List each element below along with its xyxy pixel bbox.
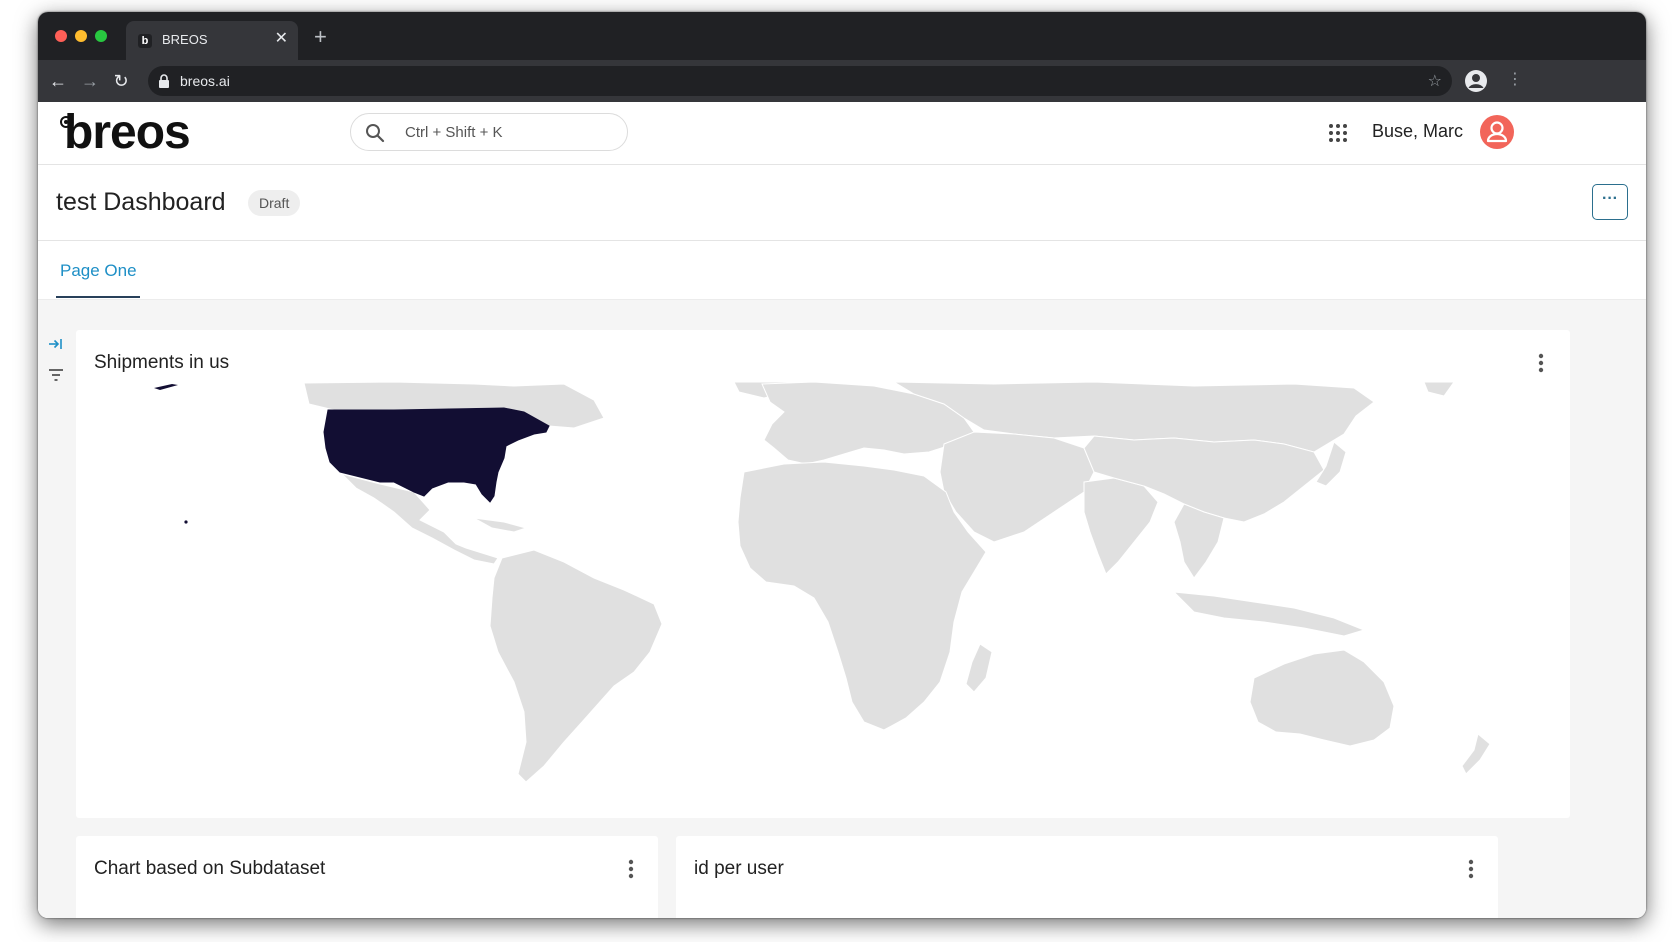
region-south-america (489, 549, 663, 783)
card-title: Chart based on Subdataset (94, 858, 326, 879)
tab-page-one[interactable]: Page One (56, 241, 140, 298)
search-box[interactable] (350, 113, 628, 151)
url-text: breos.ai (180, 73, 230, 89)
region-indonesia (1172, 591, 1366, 637)
world-map-svg (154, 381, 1491, 783)
region-madagascar (965, 643, 993, 693)
back-icon[interactable]: ← (47, 70, 69, 92)
search-icon (366, 124, 385, 143)
region-arctic-islands (1423, 381, 1455, 397)
map-card: Shipments in us (76, 330, 1570, 818)
tab-label: Page One (60, 261, 137, 280)
address-bar[interactable]: breos.ai ☆ (148, 66, 1452, 96)
logo[interactable]: breos (60, 105, 191, 160)
favicon-icon: b (138, 34, 152, 48)
close-window-button[interactable] (55, 30, 67, 42)
id-per-user-card: id per user (676, 836, 1498, 918)
tab-title: BREOS (162, 32, 208, 47)
browser-tab[interactable]: b BREOS ✕ (126, 21, 298, 60)
tab-close-icon[interactable]: ✕ (275, 30, 288, 48)
app: breos Buse, Marc (38, 102, 1646, 918)
page-tabs: Page One (38, 241, 1646, 300)
region-australia (1249, 649, 1395, 747)
region-africa (737, 461, 987, 731)
search-input[interactable] (403, 123, 617, 142)
new-tab-icon[interactable]: + (314, 26, 327, 48)
more-options-button[interactable]: ··· (1592, 184, 1628, 220)
minimize-window-button[interactable] (75, 30, 87, 42)
reload-icon[interactable]: ↻ (110, 70, 132, 92)
dashboard-content: Shipments in us Chart based on Subdatase… (38, 300, 1646, 918)
logo-text: breos (64, 106, 191, 159)
region-new-zealand (1461, 733, 1491, 775)
card-menu-icon[interactable] (1468, 859, 1474, 879)
user-name[interactable]: Buse, Marc (1372, 121, 1463, 142)
app-header: breos Buse, Marc (38, 102, 1646, 165)
expand-panel-icon[interactable] (48, 337, 64, 351)
card-menu-icon[interactable] (1538, 353, 1544, 373)
browser-menu-icon[interactable]: ⋮ (1507, 69, 1523, 89)
region-india (1083, 477, 1159, 575)
region-caribbean (473, 517, 528, 533)
browser-window: b BREOS ✕ + ← → ↻ breos.ai ☆ ⋮ breos Ctr… (38, 12, 1646, 918)
world-map[interactable] (94, 381, 1554, 807)
card-title: Shipments in us (94, 352, 230, 373)
user-icon (1486, 121, 1508, 143)
forward-icon[interactable]: → (79, 70, 101, 92)
browser-toolbar: ← → ↻ breos.ai ☆ ⋮ (38, 60, 1646, 102)
region-aleutian (154, 384, 178, 390)
subdataset-chart-card: Chart based on Subdataset (76, 836, 658, 918)
filter-icon[interactable] (48, 368, 64, 382)
logo-mark-icon (60, 116, 72, 128)
card-menu-icon[interactable] (628, 859, 634, 879)
dashboard-title-bar: test Dashboard Draft ··· (38, 165, 1646, 241)
browser-titlebar: b BREOS ✕ + (38, 12, 1646, 60)
avatar[interactable] (1480, 115, 1514, 149)
page-title: test Dashboard (56, 188, 226, 216)
card-title: id per user (694, 858, 784, 879)
region-hawaii (184, 520, 188, 524)
status-badge: Draft (248, 190, 301, 216)
lock-icon (159, 74, 169, 88)
apps-grid-icon[interactable] (1328, 123, 1348, 143)
bookmark-star-icon[interactable]: ☆ (1428, 71, 1442, 91)
profile-icon[interactable] (1464, 69, 1488, 93)
maximize-window-button[interactable] (95, 30, 107, 42)
